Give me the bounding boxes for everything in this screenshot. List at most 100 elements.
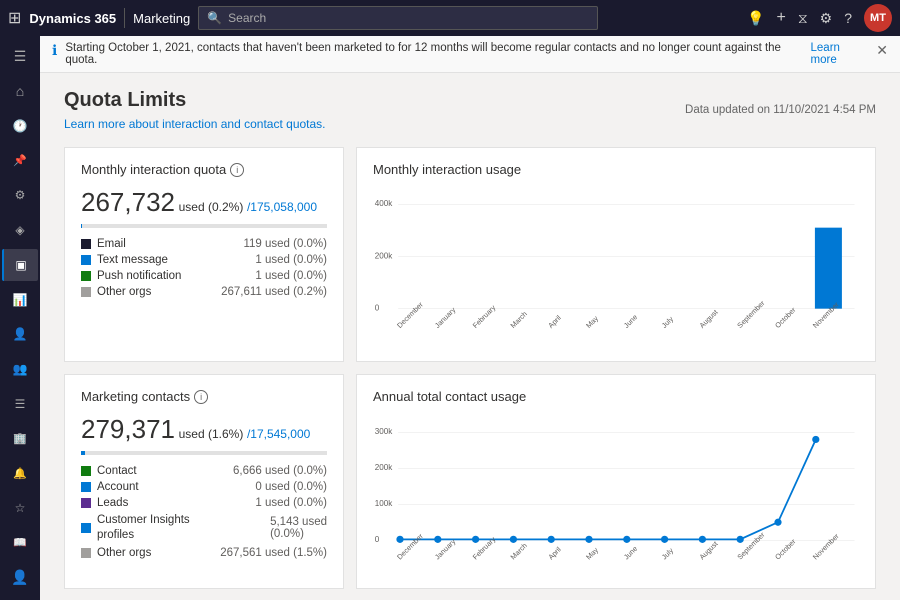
svg-text:March: March xyxy=(508,309,528,329)
svg-text:June: June xyxy=(622,544,639,561)
monthly-chart-card: Monthly interaction usage 400k 200k 0 xyxy=(356,147,876,362)
svg-text:February: February xyxy=(471,303,498,330)
sidebar-item-book[interactable]: 📖 xyxy=(2,527,38,560)
page-header: Quota Limits Learn more about interactio… xyxy=(64,89,876,131)
dot-aug xyxy=(699,536,706,543)
svg-text:May: May xyxy=(584,314,600,330)
dot-jun xyxy=(623,536,630,543)
dot-apr xyxy=(548,536,555,543)
svg-text:April: April xyxy=(546,313,563,330)
legend-value-text: 1 used (0.0%) xyxy=(255,254,327,266)
filter-icon[interactable]: ⧖ xyxy=(798,10,808,27)
sidebar-item-chart[interactable]: 📊 xyxy=(2,283,38,316)
legend-color-contact xyxy=(81,466,91,476)
legend-color-text xyxy=(81,255,91,265)
help-icon[interactable]: ? xyxy=(844,10,852,26)
banner-link[interactable]: Learn more xyxy=(811,42,869,66)
marketing-contacts-info-icon[interactable]: i xyxy=(194,390,208,404)
plus-icon[interactable]: + xyxy=(776,9,785,27)
contacts-quota-bar xyxy=(81,451,327,455)
page-content: Quota Limits Learn more about interactio… xyxy=(40,73,900,600)
page-title: Quota Limits xyxy=(64,89,326,112)
info-banner: ℹ Starting October 1, 2021, contacts tha… xyxy=(40,36,900,73)
sidebar-item-contacts[interactable]: 👤 xyxy=(2,318,38,351)
dot-nov xyxy=(812,436,819,443)
page-header-left: Quota Limits Learn more about interactio… xyxy=(64,89,326,131)
sidebar-item-quota[interactable]: ▣ xyxy=(2,249,38,282)
nav-icons: 💡 + ⧖ ⚙ ? MT xyxy=(747,4,892,32)
lightbulb-icon[interactable]: 💡 xyxy=(747,10,764,27)
svg-text:December: December xyxy=(395,300,425,330)
legend-value-contact: 6,666 used (0.0%) xyxy=(233,465,327,477)
sidebar-item-user-bottom[interactable]: 👤 xyxy=(2,561,38,594)
svg-text:300k: 300k xyxy=(375,427,393,436)
nav-divider xyxy=(124,8,125,28)
monthly-interaction-row: Monthly interaction quota i 267,732 used… xyxy=(64,147,876,362)
legend-value-account: 0 used (0.0%) xyxy=(255,481,327,493)
monthly-chart-title: Monthly interaction usage xyxy=(373,162,859,177)
svg-text:July: July xyxy=(660,546,676,562)
sidebar-item-pinned[interactable]: 📌 xyxy=(2,144,38,177)
dot-mar xyxy=(510,536,517,543)
sidebar-item-notification[interactable]: 🔔 xyxy=(2,457,38,490)
main-content: ℹ Starting October 1, 2021, contacts tha… xyxy=(40,36,900,600)
svg-text:December: December xyxy=(395,531,425,561)
legend-value-push: 1 used (0.0%) xyxy=(255,270,327,282)
banner-close-button[interactable]: ✕ xyxy=(876,42,888,59)
legend-item-other-orgs-contacts: Other orgs 267,561 used (1.5%) xyxy=(81,547,327,559)
page-subtitle-link[interactable]: Learn more about interaction and contact… xyxy=(64,117,326,131)
sidebar: ☰ ⌂ 🕐 📌 ⚙ ◈ ▣ 📊 👤 👥 ☰ 🏢 🔔 ☆ 📖 👤 xyxy=(0,36,40,600)
svg-text:September: September xyxy=(735,298,767,330)
monthly-used-number: 267,732 xyxy=(81,187,175,217)
svg-text:August: August xyxy=(697,539,719,561)
dot-dec xyxy=(396,536,403,543)
sidebar-item-settings[interactable]: ⚙ xyxy=(2,179,38,212)
module-name: Marketing xyxy=(133,11,190,26)
legend-item-email: Email 119 used (0.0%) xyxy=(81,238,327,250)
annual-chart-area: 300k 200k 100k 0 xyxy=(373,414,859,574)
monthly-interaction-card: Monthly interaction quota i 267,732 used… xyxy=(64,147,344,362)
grid-icon[interactable]: ⊞ xyxy=(8,8,21,28)
info-icon: ℹ xyxy=(52,42,57,59)
sidebar-menu-toggle[interactable]: ☰ xyxy=(2,40,38,73)
marketing-contacts-row: Marketing contacts i 279,371 used (1.6%)… xyxy=(64,374,876,589)
annual-line xyxy=(400,439,816,539)
legend-color-email xyxy=(81,239,91,249)
svg-text:0: 0 xyxy=(375,303,380,312)
settings-icon[interactable]: ⚙ xyxy=(820,10,833,27)
sidebar-item-home[interactable]: ⌂ xyxy=(2,75,38,108)
monthly-interaction-info-icon[interactable]: i xyxy=(230,163,244,177)
annual-chart-title: Annual total contact usage xyxy=(373,389,859,404)
annual-chart-svg: 300k 200k 100k 0 xyxy=(373,414,859,599)
monthly-used-total: /175,058,000 xyxy=(247,200,317,214)
annual-chart-card: Annual total contact usage 300k 200k 100… xyxy=(356,374,876,589)
dot-may xyxy=(585,536,592,543)
legend-item-push: Push notification 1 used (0.0%) xyxy=(81,270,327,282)
svg-text:May: May xyxy=(584,545,600,561)
app-name: Dynamics 365 xyxy=(29,11,116,26)
sidebar-item-org[interactable]: 🏢 xyxy=(2,422,38,455)
marketing-contacts-card: Marketing contacts i 279,371 used (1.6%)… xyxy=(64,374,344,589)
legend-color-push xyxy=(81,271,91,281)
monthly-legend: Email 119 used (0.0%) Text message 1 use… xyxy=(81,238,327,298)
dot-jul xyxy=(661,536,668,543)
sidebar-item-activity[interactable]: ◈ xyxy=(2,214,38,247)
svg-text:November: November xyxy=(811,531,841,561)
legend-value-leads: 1 used (0.0%) xyxy=(255,497,327,509)
legend-item-ci-profiles: Customer Insights profiles 5,143 used(0.… xyxy=(81,513,327,543)
sidebar-item-recent[interactable]: 🕐 xyxy=(2,110,38,143)
sidebar-item-groups[interactable]: 👥 xyxy=(2,353,38,386)
monthly-interaction-numbers: 267,732 used (0.2%) /175,058,000 xyxy=(81,187,327,218)
sidebar-item-star[interactable]: ☆ xyxy=(2,492,38,525)
legend-color-ci xyxy=(81,523,91,533)
sidebar-item-list[interactable]: ☰ xyxy=(2,388,38,421)
svg-text:400k: 400k xyxy=(375,199,393,208)
search-box[interactable]: 🔍 Search xyxy=(198,6,598,30)
monthly-quota-bar xyxy=(81,224,327,228)
dot-sep xyxy=(737,536,744,543)
dot-jan xyxy=(434,536,441,543)
svg-text:200k: 200k xyxy=(375,251,393,260)
contacts-used-pct: used (1.6%) xyxy=(179,427,244,441)
monthly-interaction-title: Monthly interaction quota i xyxy=(81,162,327,177)
user-avatar[interactable]: MT xyxy=(864,4,892,32)
